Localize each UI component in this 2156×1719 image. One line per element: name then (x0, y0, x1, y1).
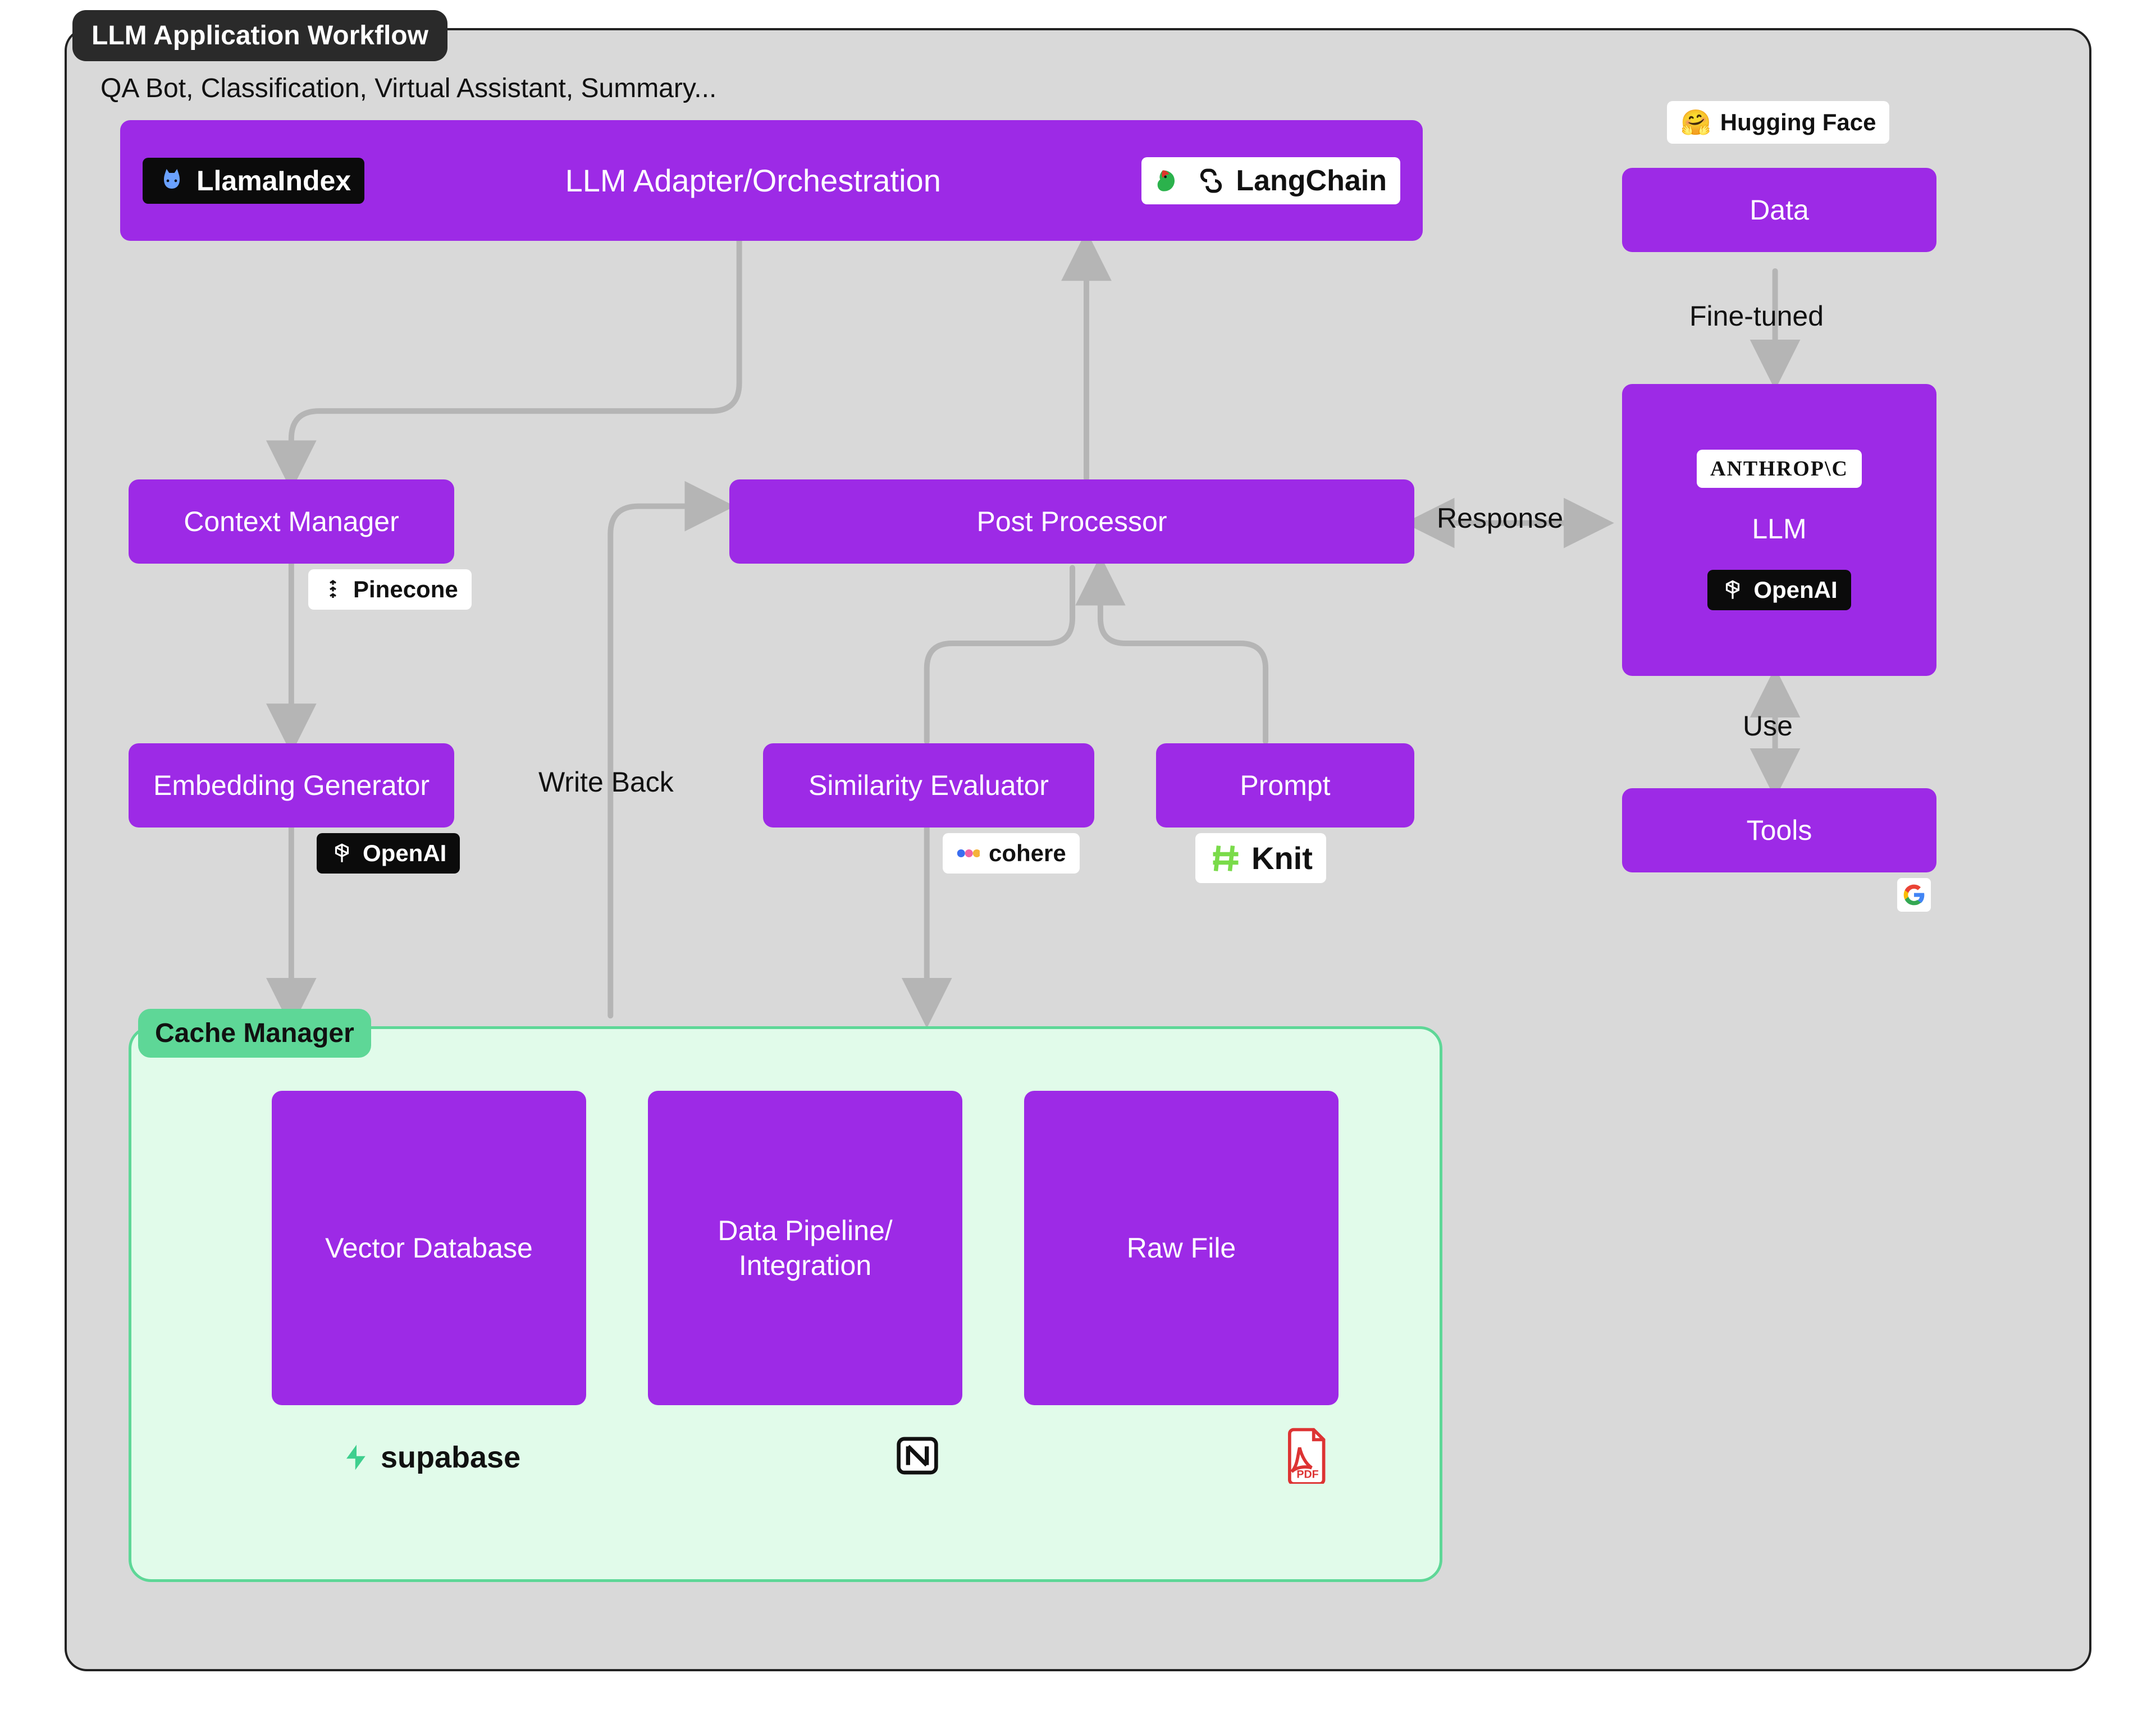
prompt-node: Prompt (1156, 743, 1414, 828)
use-label: Use (1743, 710, 1793, 742)
huggingface-logo: 🤗 Hugging Face (1667, 101, 1889, 144)
similarity-evaluator-label: Similarity Evaluator (793, 764, 1065, 807)
prompt-label: Prompt (1224, 764, 1346, 807)
openai-icon (330, 842, 354, 865)
openai-logo-llm: OpenAI (1707, 570, 1851, 610)
google-logo (1897, 878, 1931, 912)
langchain-label: LangChain (1236, 164, 1387, 198)
pinecone-label: Pinecone (353, 576, 458, 603)
llamaindex-label: LlamaIndex (197, 164, 351, 197)
supabase-icon (341, 1442, 372, 1473)
notion-logo (895, 1433, 940, 1481)
tools-node: Tools (1622, 788, 1936, 872)
knit-label: Knit (1251, 840, 1313, 876)
data-label: Data (1734, 188, 1825, 232)
vector-database-node: Vector Database (272, 1091, 586, 1405)
similarity-evaluator-node: Similarity Evaluator (763, 743, 1094, 828)
huggingface-icon: 🤗 (1680, 108, 1711, 137)
anthropic-logo: ANTHROP\C (1697, 450, 1862, 488)
openai-label: OpenAI (363, 840, 446, 867)
tools-label: Tools (1731, 808, 1828, 852)
pinecone-logo: Pinecone (308, 569, 472, 610)
knit-logo: Knit (1195, 833, 1326, 883)
llama-icon (156, 165, 188, 196)
data-node: Data (1622, 168, 1936, 252)
huggingface-label: Hugging Face (1720, 109, 1876, 136)
openai-logo-embedding: OpenAI (317, 833, 460, 874)
pdf-icon: PDF (1282, 1428, 1333, 1484)
supabase-logo: supabase (328, 1433, 534, 1482)
fine-tuned-label: Fine-tuned (1689, 300, 1824, 332)
chain-icon (1195, 165, 1227, 196)
hash-icon (1209, 842, 1243, 875)
supabase-label: supabase (381, 1440, 520, 1475)
raw-file-label: Raw File (1127, 1231, 1236, 1266)
data-pipeline-label: Data Pipeline/ Integration (718, 1213, 892, 1283)
openai-icon (1721, 578, 1744, 602)
svg-text:PDF: PDF (1296, 1468, 1318, 1480)
context-manager-node: Context Manager (129, 479, 454, 564)
embedding-generator-label: Embedding Generator (138, 764, 445, 807)
langchain-logo: LangChain (1141, 157, 1400, 204)
raw-file-node: Raw File (1024, 1091, 1339, 1405)
orchestration-node: LlamaIndex LLM Adapter/Orchestration Lan… (120, 120, 1423, 241)
data-pipeline-node: Data Pipeline/ Integration (648, 1091, 962, 1405)
pinecone-icon (322, 578, 344, 601)
parrot-icon (1155, 165, 1186, 196)
context-manager-label: Context Manager (168, 500, 415, 543)
write-back-label: Write Back (538, 766, 674, 798)
workflow-panel: LLM Application Workflow QA Bot, Classif… (65, 28, 2091, 1671)
anthropic-label: ANTHROP\C (1710, 456, 1848, 481)
google-icon (1903, 884, 1925, 906)
llamaindex-logo: LlamaIndex (143, 158, 364, 204)
post-processor-node: Post Processor (729, 479, 1414, 564)
orchestration-label: LLM Adapter/Orchestration (550, 157, 957, 204)
openai-label: OpenAI (1753, 577, 1837, 604)
pdf-logo: PDF (1282, 1428, 1333, 1487)
cohere-icon (956, 844, 980, 863)
llm-node: ANTHROP\C LLM OpenAI (1622, 384, 1936, 676)
llm-label: LLM (1736, 507, 1822, 551)
cohere-logo: cohere (943, 833, 1080, 874)
notion-icon (895, 1433, 940, 1478)
post-processor-label: Post Processor (961, 500, 1182, 543)
response-label: Response (1437, 502, 1563, 534)
cache-manager-panel: Cache Manager Vector Database Data Pipel… (129, 1026, 1442, 1582)
vector-database-label: Vector Database (325, 1231, 533, 1266)
cache-title: Cache Manager (138, 1009, 371, 1058)
cohere-label: cohere (989, 840, 1066, 867)
embedding-generator-node: Embedding Generator (129, 743, 454, 828)
